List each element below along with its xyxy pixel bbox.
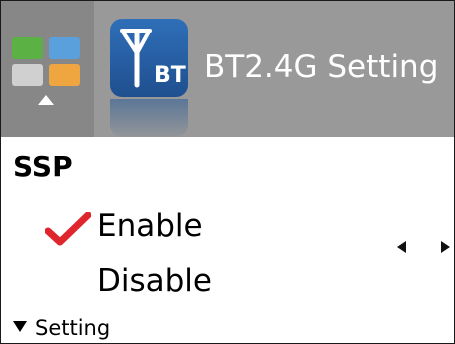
page-title: BT2.4G Setting [204, 49, 439, 85]
app-tile-green [12, 37, 43, 59]
left-arrow-icon[interactable] [397, 241, 406, 253]
check-icon [44, 211, 92, 250]
device-screen: BT BT2.4G Setting SSP Enable Disable Set… [0, 0, 455, 344]
ssp-option-enable[interactable]: Enable [97, 204, 203, 248]
right-arrow-icon[interactable] [441, 241, 450, 253]
bt-icon-reflection [110, 99, 188, 137]
apps-grid-icon [12, 37, 82, 87]
caret-down-icon[interactable] [13, 321, 27, 332]
up-arrow-icon [38, 95, 54, 105]
setting-expander[interactable]: Setting [35, 315, 110, 341]
app-tile-blue [49, 37, 80, 59]
bt-icon-label: BT [154, 63, 186, 88]
app-tile-gray [12, 64, 43, 86]
home-button[interactable] [1, 1, 94, 137]
ssp-section-label: SSP [13, 150, 73, 183]
app-tile-orange [49, 64, 80, 86]
ssp-option-disable[interactable]: Disable [97, 259, 212, 303]
bluetooth-antenna-icon: BT [110, 19, 188, 97]
header-bar: BT BT2.4G Setting [1, 1, 454, 137]
